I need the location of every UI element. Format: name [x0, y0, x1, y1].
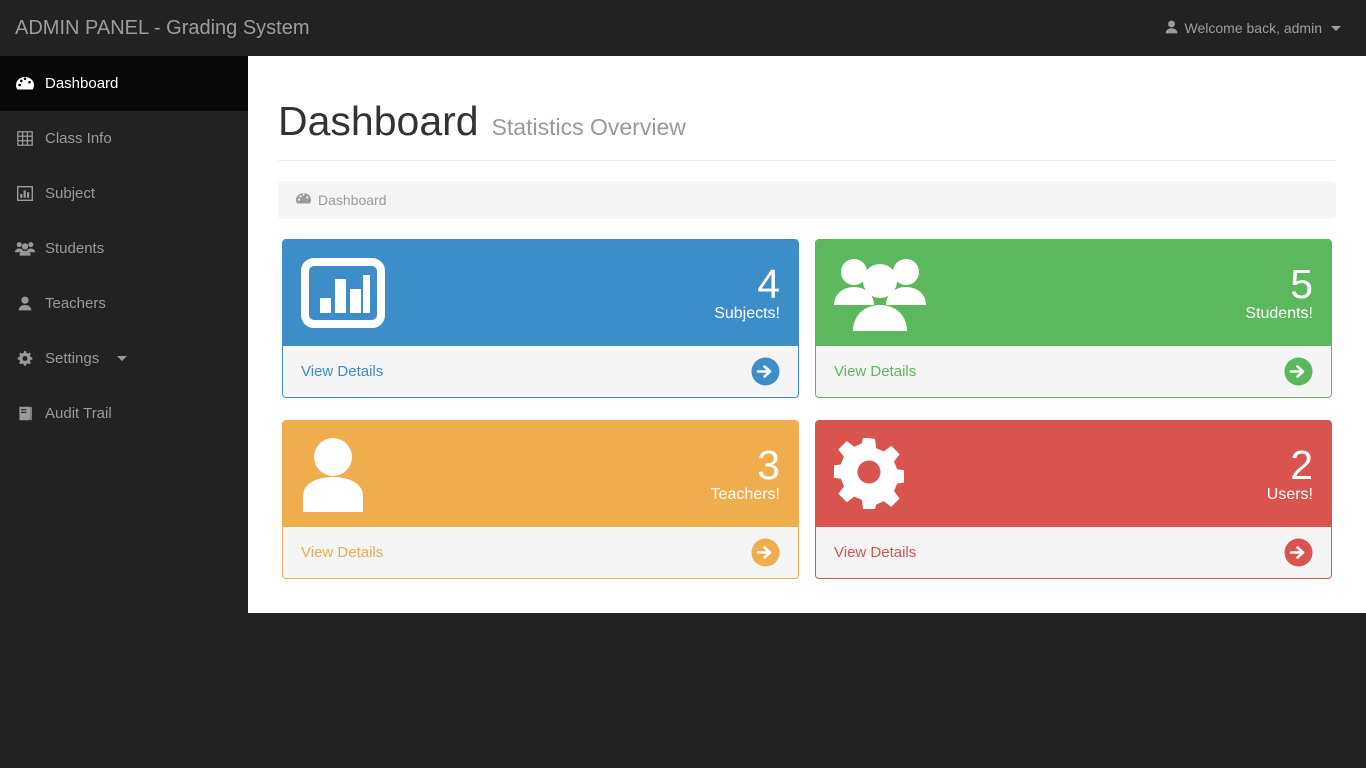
sidebar-item-label: Class Info — [45, 130, 112, 147]
table-grid-icon — [15, 130, 35, 148]
stat-card-subjects: 4 Subjects! View Details — [282, 239, 799, 398]
sidebar-item-label: Teachers — [45, 295, 106, 312]
stat-card-count: 3 — [757, 442, 780, 489]
stat-card-users-col: 2 Users! View Details — [807, 420, 1340, 579]
view-details-label: View Details — [301, 544, 384, 561]
sidebar-item-label: Dashboard — [45, 75, 119, 92]
stat-card-values: 4 Subjects! — [714, 263, 780, 323]
view-details-link-users[interactable]: View Details — [816, 527, 1331, 578]
sidebar-nav: Dashboard Class Info Subject Students Te… — [0, 56, 248, 613]
stat-card-body: 4 Subjects! — [283, 240, 798, 346]
sidebar-item-subject[interactable]: Subject — [0, 166, 248, 221]
sidebar-item-dashboard[interactable]: Dashboard — [0, 56, 248, 111]
arrow-circle-right-icon — [1284, 538, 1313, 567]
app-brand-title: ADMIN PANEL - Grading System — [15, 17, 310, 39]
stat-card-body: 5 Students! — [816, 240, 1331, 346]
dashboard-icon — [296, 192, 311, 208]
stat-card-teachers-col: 3 Teachers! View Details — [274, 420, 807, 579]
stat-card-grid: 4 Subjects! View Details 5 Students! Vie… — [274, 239, 1340, 601]
stat-card-users: 2 Users! View Details — [815, 420, 1332, 579]
view-details-label: View Details — [301, 363, 384, 380]
stat-card-body: 2 Users! — [816, 421, 1331, 527]
dashboard-icon — [15, 75, 35, 93]
stat-card-count: 2 — [1290, 442, 1313, 489]
stat-card-label: Subjects! — [714, 305, 780, 323]
users-group-icon — [15, 240, 35, 258]
page-title: Dashboard — [278, 98, 479, 144]
arrow-circle-right-icon — [751, 357, 780, 386]
breadcrumb: Dashboard — [278, 181, 1336, 219]
page-subtitle: Statistics Overview — [491, 114, 686, 140]
view-details-link-teachers[interactable]: View Details — [283, 527, 798, 578]
stat-card-subjects-col: 4 Subjects! View Details — [274, 239, 807, 398]
user-icon — [15, 295, 35, 313]
view-details-link-students[interactable]: View Details — [816, 346, 1331, 397]
gear-icon — [834, 438, 904, 510]
stat-card-values: 5 Students! — [1245, 263, 1313, 323]
stat-card-label: Students! — [1245, 305, 1313, 323]
sidebar-item-class-info[interactable]: Class Info — [0, 111, 248, 166]
sidebar-item-label: Settings — [45, 350, 100, 367]
gear-icon — [15, 350, 35, 368]
sidebar-item-teachers[interactable]: Teachers — [0, 276, 248, 331]
sidebar-item-settings[interactable]: Settings — [0, 331, 248, 386]
stat-card-count: 5 — [1290, 261, 1313, 308]
breadcrumb-label: Dashboard — [318, 192, 387, 208]
stat-card-label: Users! — [1266, 486, 1313, 504]
bar-chart-icon — [301, 258, 385, 328]
stat-card-label: Teachers! — [710, 486, 780, 504]
arrow-circle-right-icon — [751, 538, 780, 567]
user-menu[interactable]: Welcome back, admin — [1165, 20, 1366, 37]
main-content: Dashboard Statistics Overview Dashboard — [248, 56, 1366, 613]
sidebar-item-label: Audit Trail — [45, 405, 112, 422]
stat-card-values: 2 Users! — [1267, 444, 1313, 504]
users-group-icon — [834, 255, 926, 331]
user-icon — [301, 436, 365, 512]
view-details-label: View Details — [834, 363, 917, 380]
sidebar-item-students[interactable]: Students — [0, 221, 248, 276]
user-menu-label: Welcome back, admin — [1184, 20, 1322, 36]
chevron-down-icon — [117, 356, 128, 361]
view-details-label: View Details — [834, 544, 917, 561]
stat-card-teachers: 3 Teachers! View Details — [282, 420, 799, 579]
chevron-down-icon — [1331, 25, 1341, 31]
page-header: Dashboard Statistics Overview — [278, 56, 1336, 161]
top-navbar: ADMIN PANEL - Grading System Welcome bac… — [0, 0, 1366, 56]
stat-card-body: 3 Teachers! — [283, 421, 798, 527]
user-icon — [1165, 20, 1178, 37]
stat-card-students-col: 5 Students! View Details — [807, 239, 1340, 398]
arrow-circle-right-icon — [1284, 357, 1313, 386]
sidebar-item-label: Subject — [45, 185, 96, 202]
stat-card-count: 4 — [757, 261, 780, 308]
view-details-link-subjects[interactable]: View Details — [283, 346, 798, 397]
sidebar-item-label: Students — [45, 240, 105, 257]
stat-card-students: 5 Students! View Details — [815, 239, 1332, 398]
stat-card-values: 3 Teachers! — [711, 444, 780, 504]
bar-chart-icon — [15, 185, 35, 203]
sidebar-item-audit-trail[interactable]: Audit Trail — [0, 386, 248, 441]
book-icon — [15, 405, 35, 423]
